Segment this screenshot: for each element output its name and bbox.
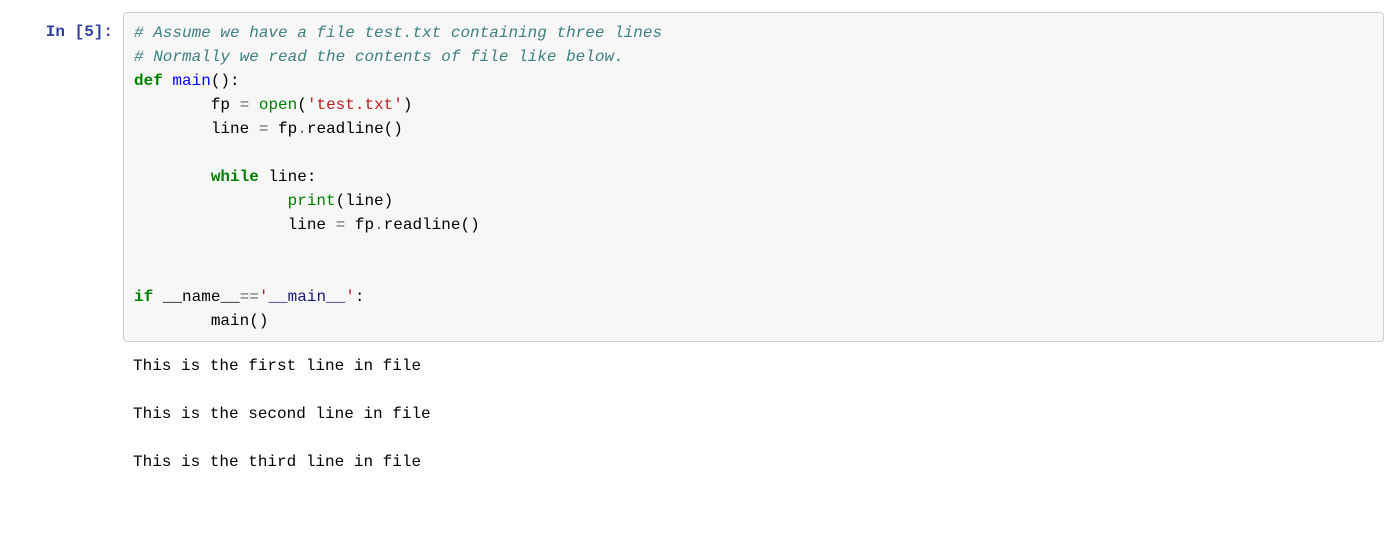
output-line-2: This is the second line in file <box>133 405 431 423</box>
while-cond: line: <box>259 168 317 186</box>
output-prompt <box>8 350 123 482</box>
paren-close: ) <box>403 96 413 114</box>
string-testtxt: 'test.txt' <box>307 96 403 114</box>
op-eq: = <box>259 120 269 138</box>
sp <box>153 288 163 306</box>
main-call: main() <box>211 312 269 330</box>
op-eq: = <box>240 96 250 114</box>
func-name: main <box>172 72 210 90</box>
op-eq: = <box>336 216 346 234</box>
output-line-1: This is the first line in file <box>133 357 421 375</box>
indent <box>134 312 211 330</box>
code-editor[interactable]: # Assume we have a file test.txt contain… <box>123 12 1384 342</box>
paren-open: ( <box>297 96 307 114</box>
indent <box>134 168 211 186</box>
indent <box>134 96 211 114</box>
indent <box>134 120 211 138</box>
dunder-name: __name__ <box>163 288 240 306</box>
str-q-open: ' <box>259 288 269 306</box>
def-parens: (): <box>211 72 240 90</box>
output-row: This is the first line in file This is t… <box>0 342 1400 482</box>
cell-output: This is the first line in file This is t… <box>123 350 1392 482</box>
var-line: line <box>288 216 336 234</box>
print-arg: (line) <box>336 192 394 210</box>
dunder-main: __main__ <box>268 288 345 306</box>
output-line-3: This is the third line in file <box>133 453 421 471</box>
code-cell: In [5]: # Assume we have a file test.txt… <box>0 0 1400 342</box>
var-line: line <box>211 120 259 138</box>
op-eqeq: == <box>240 288 259 306</box>
kw-if: if <box>134 288 153 306</box>
colon: : <box>355 288 365 306</box>
indent <box>134 216 288 234</box>
fp-readline: fp.readline() <box>268 120 402 138</box>
kw-while: while <box>211 168 259 186</box>
fp-readline-2: fp.readline() <box>345 216 479 234</box>
comment-line-1: # Assume we have a file test.txt contain… <box>134 24 662 42</box>
builtin-print: print <box>288 192 336 210</box>
sp <box>249 96 259 114</box>
kw-def: def <box>134 72 163 90</box>
str-q-close: ' <box>345 288 355 306</box>
builtin-open: open <box>259 96 297 114</box>
indent <box>134 192 288 210</box>
var-fp: fp <box>211 96 240 114</box>
input-prompt: In [5]: <box>8 12 123 44</box>
comment-line-2: # Normally we read the contents of file … <box>134 48 624 66</box>
